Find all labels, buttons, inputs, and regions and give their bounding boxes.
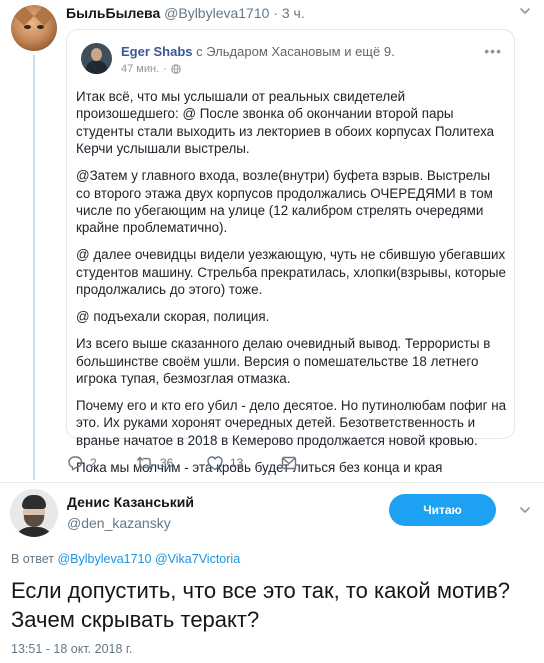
parent-tweet[interactable]: БыльБылева @Bylbyleva1710 · 3 ч. Eger Sh… (0, 0, 544, 482)
reply-count: 2 (90, 456, 97, 470)
avatar[interactable] (81, 43, 112, 74)
author-handle[interactable]: @den_kazansky (67, 514, 171, 532)
retweet-button[interactable]: 36 (136, 453, 173, 473)
quoted-post-meta: 47 мин. · (121, 63, 181, 75)
post-paragraph: Почему его и кто его убил - дело десятое… (76, 398, 507, 448)
quoted-time[interactable]: 47 мин. (121, 63, 159, 75)
tweet-actions: 2 36 13 (66, 453, 366, 473)
author-name[interactable]: Денис Казанський (67, 493, 194, 511)
parent-tweet-header: БыльБылева @Bylbyleva1710 · 3 ч. (66, 4, 305, 22)
avatar[interactable] (11, 5, 57, 51)
mention-link[interactable]: @Vika7Victoria (155, 552, 240, 566)
tweet-text: Если допустить, что все это так, то како… (11, 578, 510, 632)
post-paragraph: Итак всё, что мы услышали от реальных св… (76, 89, 495, 157)
quoted-post-header: Eger Shabs с Эльдаром Хасановым и ещё 9. (121, 44, 395, 60)
quoted-author[interactable]: Eger Shabs (121, 44, 193, 59)
author-name[interactable]: БыльБылева (66, 5, 160, 21)
tweet-time[interactable]: 3 ч. (282, 5, 305, 21)
message-icon (281, 456, 297, 470)
post-paragraph: Из всего выше сказанного делаю очевидный… (76, 336, 491, 387)
quoted-post-body: Итак всё, что мы услышали от реальных св… (76, 88, 508, 486)
reply-prefix: В ответ (11, 552, 54, 566)
tweet-timestamp[interactable]: 13:51 - 18 окт. 2018 г. (11, 642, 132, 656)
author-handle[interactable]: @Bylbyleva1710 (164, 5, 269, 21)
chevron-down-icon[interactable] (518, 503, 532, 517)
quoted-tagged[interactable]: с Эльдаром Хасановым и ещё 9. (196, 44, 395, 59)
like-button[interactable]: 13 (206, 453, 243, 473)
divider (0, 482, 544, 483)
mention-at: @ (154, 552, 168, 566)
globe-icon (171, 64, 181, 74)
reply-button[interactable]: 2 (66, 453, 97, 473)
message-button[interactable] (280, 453, 298, 473)
more-options-icon[interactable]: ••• (484, 43, 502, 59)
mention-name: Vika7Victoria (167, 552, 241, 566)
like-count: 13 (230, 456, 244, 470)
post-paragraph: @ подъехали скорая, полиция. (76, 309, 270, 325)
meta-dot: · (163, 63, 167, 75)
post-paragraph: @ далее очевидцы видели уезжающую, чуть … (76, 247, 506, 298)
thread-line (33, 55, 35, 480)
reply-icon (68, 456, 83, 471)
following-button[interactable]: Читаю (389, 494, 496, 526)
separator-dot: · (273, 5, 278, 21)
post-paragraph: @Затем у главного входа, возле(внутри) б… (76, 168, 493, 236)
quoted-post[interactable]: Eger Shabs с Эльдаром Хасановым и ещё 9.… (66, 29, 515, 475)
avatar[interactable] (10, 489, 58, 537)
retweet-icon (136, 456, 154, 470)
chevron-down-icon[interactable] (518, 4, 532, 18)
reply-context: В ответ @Bylbyleva1710 @Vika7Victoria (11, 552, 240, 566)
like-icon (207, 456, 223, 471)
mention-link[interactable]: @Bylbyleva1710 (57, 552, 151, 566)
retweet-count: 36 (160, 456, 174, 470)
